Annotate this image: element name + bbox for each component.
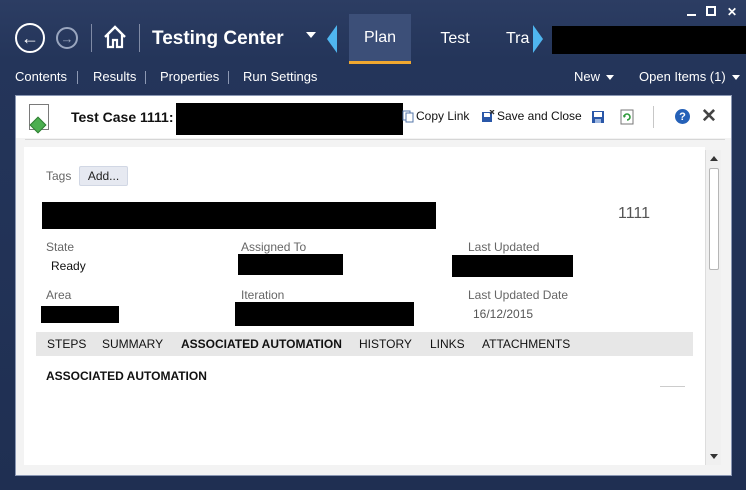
open-items-menu-button[interactable]: Open Items (1) — [639, 69, 740, 84]
tab-associated-automation[interactable]: ASSOCIATED AUTOMATION — [181, 337, 342, 351]
tab-attachments[interactable]: ATTACHMENTS — [482, 337, 570, 351]
last-updated-date-value: 16/12/2015 — [473, 307, 534, 321]
last-updated-date-label: Last Updated Date — [468, 288, 569, 302]
test-case-icon — [29, 104, 49, 130]
new-menu-button[interactable]: New — [574, 69, 615, 84]
tab-steps[interactable]: STEPS — [47, 337, 86, 351]
scroll-up-icon[interactable] — [710, 156, 718, 161]
subnav-results[interactable]: Results — [93, 69, 136, 84]
refresh-icon[interactable] — [620, 109, 634, 125]
subnav-properties[interactable]: Properties — [160, 69, 219, 84]
tabs-scroll-left-icon[interactable] — [327, 25, 337, 53]
redacted-block — [552, 26, 746, 54]
subnav-run-settings[interactable]: Run Settings — [243, 69, 317, 84]
tab-summary[interactable]: SUMMARY — [102, 337, 163, 351]
chevron-down-icon — [606, 75, 615, 81]
save-and-close-label: Save and Close — [497, 109, 582, 123]
redacted-area[interactable] — [41, 306, 119, 323]
save-icon[interactable] — [591, 110, 605, 124]
copy-link-label: Copy Link — [416, 109, 470, 123]
redacted-last-updated — [452, 255, 573, 277]
section-title: ASSOCIATED AUTOMATION — [46, 369, 207, 383]
toolbar-divider — [653, 106, 654, 128]
new-menu-label: New — [574, 69, 601, 84]
copy-link-button[interactable]: Copy Link — [402, 109, 469, 123]
nav-divider — [139, 24, 140, 52]
save-and-close-icon — [482, 109, 495, 122]
tab-history[interactable]: HISTORY — [359, 337, 412, 351]
state-label: State — [46, 240, 75, 254]
work-item-id: 1111 — [618, 205, 651, 222]
redacted-block — [176, 103, 403, 135]
save-and-close-button[interactable]: Save and Close — [481, 109, 582, 123]
header-divider — [25, 139, 725, 140]
back-arrow-icon[interactable]: ← — [15, 23, 45, 53]
app-title: Testing Center — [152, 28, 284, 49]
subnav-divider — [145, 71, 146, 84]
vertical-scrollbar[interactable] — [705, 150, 721, 465]
center-switcher-chevron-down-icon[interactable] — [306, 32, 316, 38]
state-field[interactable]: Ready — [51, 259, 86, 273]
add-tag-button[interactable]: Add... — [79, 166, 128, 186]
subnav-contents[interactable]: Contents — [15, 69, 67, 84]
tab-plan[interactable]: Plan — [349, 14, 411, 64]
work-item-title: Test Case 1111: — [71, 109, 174, 125]
copy-link-icon — [402, 110, 414, 122]
iteration-label: Iteration — [241, 288, 285, 302]
subnav-divider — [77, 71, 78, 84]
sub-navigation: Contents Results Properties Run Settings… — [0, 66, 746, 88]
assigned-to-label: Assigned To — [241, 240, 307, 254]
last-updated-label: Last Updated — [468, 240, 540, 254]
scrollbar-thumb[interactable] — [709, 168, 719, 270]
work-item-header: Test Case 1111: Copy Link Save and Close — [16, 96, 731, 138]
tags-label: Tags — [46, 169, 72, 183]
home-icon[interactable] — [102, 24, 128, 50]
tab-test[interactable]: Test — [432, 14, 478, 64]
scroll-down-icon[interactable] — [710, 454, 718, 459]
area-label: Area — [46, 288, 72, 302]
forward-arrow-icon[interactable]: → — [56, 27, 78, 49]
nav-divider — [91, 24, 92, 52]
work-item-tabs: STEPS SUMMARY ASSOCIATED AUTOMATION HIST… — [36, 332, 693, 356]
top-navigation: ← → Testing Center Plan Test Tra — [0, 14, 746, 64]
redacted-assigned-to[interactable] — [238, 254, 343, 275]
chevron-down-icon — [731, 75, 740, 81]
redacted-iteration[interactable] — [235, 302, 414, 326]
close-icon[interactable]: ✕ — [701, 105, 717, 128]
tab-track[interactable]: Tra — [506, 14, 532, 64]
subnav-divider — [228, 71, 229, 84]
redacted-title-field — [42, 202, 436, 229]
tabs-scroll-right-icon[interactable] — [533, 25, 543, 53]
tab-links[interactable]: LINKS — [430, 337, 465, 351]
help-icon[interactable]: ? — [675, 109, 690, 124]
divider — [660, 386, 685, 387]
app-window: ✕ ← → Testing Center Plan Test Tra Conte… — [0, 0, 746, 490]
open-items-label: Open Items (1) — [639, 69, 726, 84]
